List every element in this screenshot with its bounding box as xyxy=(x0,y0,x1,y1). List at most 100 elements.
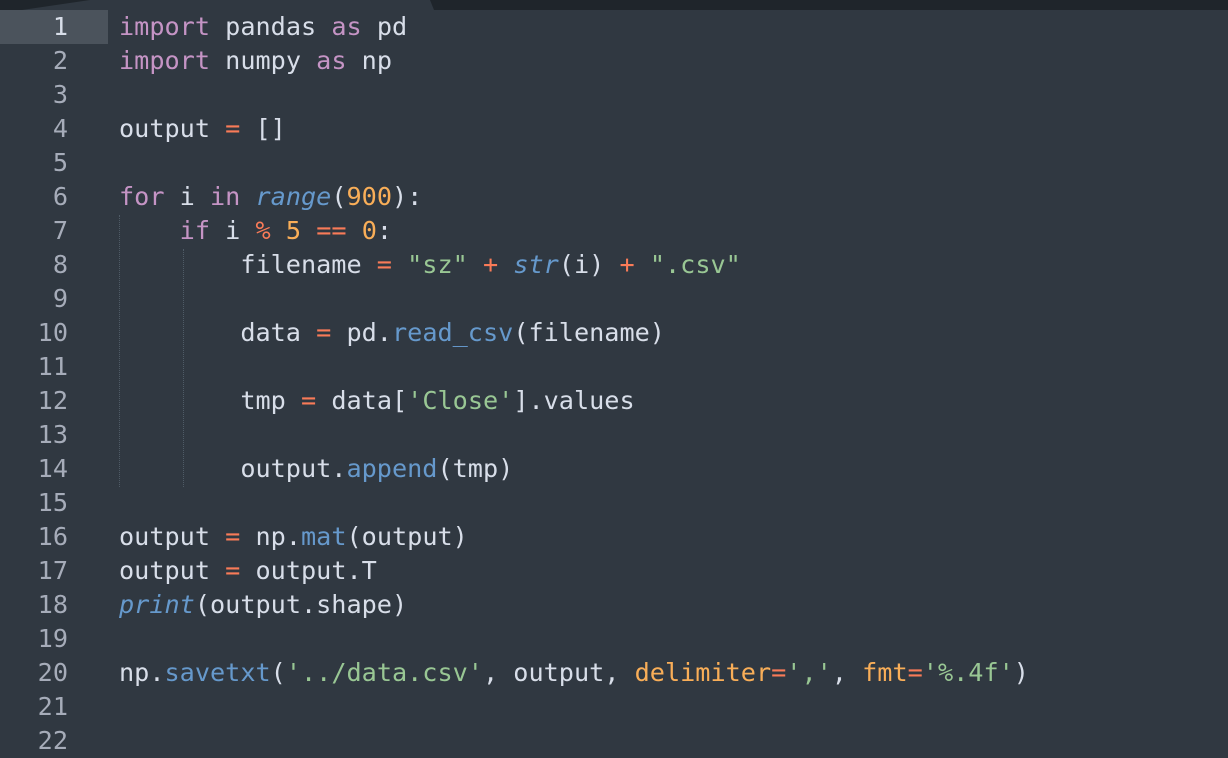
code-line[interactable]: 20 np.savetxt('../data.csv', output, deli… xyxy=(0,656,1228,690)
code-line[interactable]: 11 xyxy=(0,350,1228,384)
code-token: tmp xyxy=(119,386,301,415)
code-editor[interactable]: 1 import pandas as pd 2 import numpy as np 3… xyxy=(0,0,1228,758)
code-line[interactable]: 19 xyxy=(0,622,1228,656)
indent-guide xyxy=(183,249,184,487)
code-text: data = pd.read_csv(filename) xyxy=(119,316,665,350)
code-token: 5 xyxy=(285,216,302,245)
code-token: ".csv" xyxy=(649,250,741,279)
code-token: read_csv xyxy=(391,318,514,347)
code-token: = xyxy=(225,556,241,585)
line-number: 1 xyxy=(0,10,108,44)
code-token: range xyxy=(255,182,332,211)
code-line[interactable]: 7 if i % 5 == 0: xyxy=(0,214,1228,248)
line-number: 16 xyxy=(37,522,68,551)
code-token: [] xyxy=(240,114,286,143)
code-token: data xyxy=(119,318,317,347)
code-token: np. xyxy=(240,522,301,551)
code-text: output = output.T xyxy=(119,554,377,588)
code-line[interactable]: 3 xyxy=(0,78,1228,112)
code-token: delimiter xyxy=(634,658,772,687)
code-token: (output.shape) xyxy=(194,590,408,619)
code-token: '%.4f' xyxy=(922,658,1014,687)
code-text: np.savetxt('../data.csv', output, delimi… xyxy=(119,656,1029,690)
code-line[interactable]: 9 xyxy=(0,282,1228,316)
code-token: = xyxy=(907,658,923,687)
line-number: 19 xyxy=(37,624,68,653)
code-line[interactable]: 12 tmp = data['Close'].values xyxy=(0,384,1228,418)
code-token: ].values xyxy=(513,386,635,415)
code-line[interactable]: 17 output = output.T xyxy=(0,554,1228,588)
code-token: 0 xyxy=(361,216,377,245)
code-token: = xyxy=(225,522,241,551)
line-number: 12 xyxy=(37,386,68,415)
indent-guide xyxy=(119,215,120,487)
code-line[interactable]: 14 output.append(tmp) xyxy=(0,452,1228,486)
code-token: = xyxy=(225,114,241,143)
code-token: savetxt xyxy=(164,658,271,687)
code-token: , output, xyxy=(482,658,635,687)
code-token: output xyxy=(119,556,226,585)
code-token: = xyxy=(376,250,392,279)
code-line[interactable]: 2 import numpy as np xyxy=(0,44,1228,78)
code-token: pd. xyxy=(331,318,392,347)
code-line[interactable]: 8 filename = "sz" + str(i) + ".csv" xyxy=(0,248,1228,282)
code-line[interactable]: 5 xyxy=(0,146,1228,180)
active-tab[interactable] xyxy=(22,0,434,10)
code-text: if i % 5 == 0: xyxy=(119,214,392,248)
line-number: 2 xyxy=(52,46,68,75)
code-token: as xyxy=(316,46,347,75)
code-token: (output) xyxy=(346,522,468,551)
code-line[interactable]: 6 for i in range(900): xyxy=(0,180,1228,214)
code-token: append xyxy=(346,454,438,483)
line-number: 7 xyxy=(52,216,68,245)
code-line[interactable]: 16 output = np.mat(output) xyxy=(0,520,1228,554)
code-line[interactable]: 21 xyxy=(0,690,1228,724)
line-number: 3 xyxy=(52,80,68,109)
code-token: '../data.csv' xyxy=(285,658,483,687)
code-token: 900 xyxy=(346,182,393,211)
code-token: str xyxy=(513,250,559,279)
line-number: 4 xyxy=(52,114,68,143)
line-number: 5 xyxy=(52,148,68,177)
code-token: : xyxy=(376,216,393,245)
line-number: 20 xyxy=(37,658,68,687)
code-token: in xyxy=(210,182,241,211)
code-token: == xyxy=(316,216,347,245)
code-line[interactable]: 4 output = [] xyxy=(0,112,1228,146)
code-token: "sz" xyxy=(407,250,468,279)
code-token: (filename) xyxy=(513,318,665,347)
code-token: np. xyxy=(119,658,165,687)
code-line[interactable]: 1 import pandas as pd xyxy=(0,10,1228,44)
code-token: print xyxy=(119,590,195,619)
code-line[interactable]: 22 xyxy=(0,724,1228,758)
code-line[interactable]: 15 xyxy=(0,486,1228,520)
code-token: np xyxy=(346,46,392,75)
code-token: = xyxy=(316,318,332,347)
code-token: , xyxy=(831,658,863,687)
code-token: % xyxy=(255,216,271,245)
code-line[interactable]: 18 print(output.shape) xyxy=(0,588,1228,622)
code-token: data[ xyxy=(316,386,408,415)
code-token: import xyxy=(119,12,210,41)
code-token: (tmp) xyxy=(437,454,514,483)
code-token: pd xyxy=(361,12,408,41)
code-text: tmp = data['Close'].values xyxy=(119,384,635,418)
tab-bar xyxy=(0,0,1228,10)
code-token: = xyxy=(771,658,787,687)
code-token: + xyxy=(619,250,635,279)
code-token: (i) xyxy=(558,250,620,279)
line-number: 14 xyxy=(37,454,68,483)
code-token: pandas xyxy=(210,12,332,41)
code-line[interactable]: 13 xyxy=(0,418,1228,452)
code-token: output.T xyxy=(240,556,377,585)
line-number: 10 xyxy=(37,318,68,347)
code-token: for xyxy=(119,182,165,211)
code-line[interactable]: 10 data = pd.read_csv(filename) xyxy=(0,316,1228,350)
code-token: ',' xyxy=(786,658,832,687)
